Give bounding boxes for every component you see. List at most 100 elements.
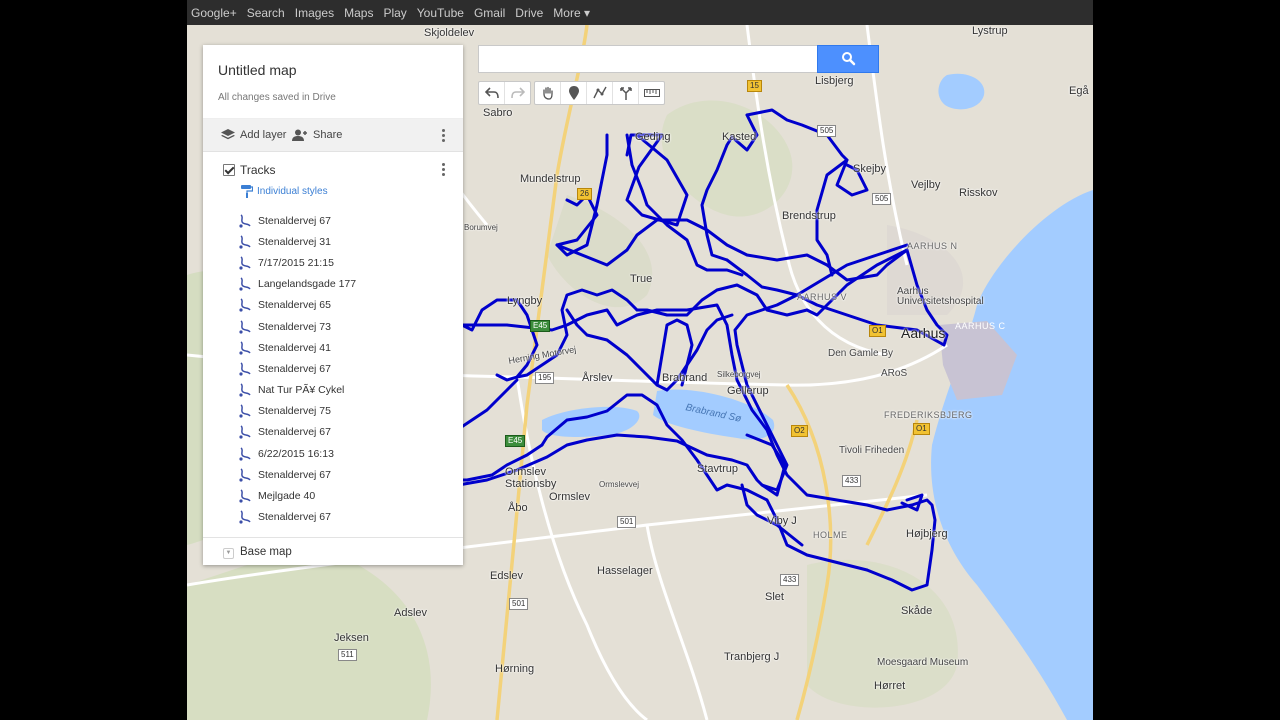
add-layer-label: Add layer [240,129,287,141]
track-route[interactable] [555,193,599,247]
draw-line-button[interactable] [587,82,613,104]
redo-button[interactable] [505,82,530,104]
track-item[interactable]: Stenaldervej 67 [239,210,356,231]
track-line-icon [239,447,251,461]
add-marker-button[interactable] [561,82,587,104]
layer-options-menu-icon[interactable] [437,160,449,178]
individual-styles-link[interactable]: Individual styles [241,185,328,198]
track-label: Stenaldervej 75 [258,405,331,418]
place-ormslev: Ormslev [549,491,590,503]
road-shield: 433 [842,475,862,487]
track-item[interactable]: Stenaldervej 67 [239,422,356,443]
hand-icon [542,86,553,100]
track-line-icon [239,383,251,397]
pan-tool-button[interactable] [535,82,561,104]
track-route[interactable] [625,133,689,227]
road-shield: 195 [535,372,555,384]
layers-icon [221,129,235,140]
gbar-link-maps[interactable]: Maps [339,6,378,20]
track-route[interactable] [540,393,869,572]
layer-visibility-checkbox[interactable] [223,164,235,176]
track-label: Mejlgade 40 [258,490,316,503]
road-shield: 501 [617,516,637,528]
place-holme: HOLME [813,530,848,540]
base-map-section[interactable]: ▼ Base map [203,537,463,566]
road-shield: O1 [913,423,930,435]
gbar-link-youtube[interactable]: YouTube [412,6,469,20]
undo-icon [484,87,499,99]
gbar-link-more[interactable]: More ▾ [548,6,595,20]
directions-icon [619,87,632,100]
layer-name[interactable]: Tracks [240,163,276,177]
undo-button[interactable] [479,82,505,104]
track-item[interactable]: Stenaldervej 67 [239,507,356,528]
gbar-link-googleplus[interactable]: Google+ [187,6,242,20]
gbar-link-gmail[interactable]: Gmail [469,6,510,20]
place-skjoldelev: Skjoldelev [424,27,475,39]
track-label: Stenaldervej 73 [258,320,331,333]
track-list: Stenaldervej 67 Stenaldervej 31 7/17/2015 … [239,210,356,528]
search-input[interactable] [478,45,818,73]
track-label: Nat Tur PÃ¥ Cykel [258,384,345,397]
track-item[interactable]: 6/22/2015 16:13 [239,443,356,464]
track-item[interactable]: Stenaldervej 65 [239,295,356,316]
google-bar: Google+ Search Images Maps Play YouTube … [187,0,1093,25]
base-map-label: Base map [240,546,292,558]
place-frederiksbjerg: FREDERIKSBJERG [884,410,973,420]
track-item[interactable]: Stenaldervej 73 [239,316,356,337]
place-vejlby: Vejlby [911,179,941,191]
place-den-gamle-by: Den Gamle By [828,348,894,359]
expand-arrow-icon[interactable]: ▼ [223,548,234,559]
add-layer-button[interactable]: Add layer [221,119,286,151]
gbar-link-drive[interactable]: Drive [510,6,548,20]
directions-button[interactable] [613,82,639,104]
track-line-icon [239,489,251,503]
road-shield: 501 [509,598,529,610]
search-button[interactable] [817,45,879,73]
place-hojbjerg: Højbjerg [906,528,948,540]
add-person-icon [292,129,307,141]
track-line-icon [239,235,251,249]
share-button[interactable]: Share [292,119,342,151]
place-aarhus-v: AARHUS V [797,292,848,302]
track-route[interactable] [460,298,539,379]
road-borumvej: Borumvej [464,223,498,232]
gbar-link-play[interactable]: Play [378,6,411,20]
place-horret: Hørret [874,680,906,692]
style-label: Individual styles [257,186,328,197]
draw-line-icon [592,86,607,99]
panel-actions: Add layer Share [203,118,463,152]
track-item[interactable]: Nat Tur PÃ¥ Cykel [239,380,356,401]
track-item[interactable]: 7/17/2015 21:15 [239,252,356,273]
place-brendstrup: Brendstrup [782,210,836,222]
track-item[interactable]: Stenaldervej 67 [239,358,356,379]
road-shield: 15 [747,80,762,92]
track-item[interactable]: Stenaldervej 75 [239,401,356,422]
map-title[interactable]: Untitled map [218,62,297,78]
track-item[interactable]: Langelandsgade 177 [239,274,356,295]
place-gellerup: Gellerup [727,385,769,397]
share-label: Share [313,129,343,141]
place-lisbjerg: Lisbjerg [815,75,854,87]
place-stavtrup: Stavtrup [697,463,738,475]
track-label: Stenaldervej 67 [258,468,331,481]
gbar-link-search[interactable]: Search [242,6,290,20]
track-label: Stenaldervej 41 [258,341,331,354]
place-slet: Slet [765,591,784,603]
gbar-link-images[interactable]: Images [290,6,339,20]
track-line-icon [239,213,251,228]
redo-icon [510,87,525,99]
place-kasted: Kasted [722,131,757,143]
track-item[interactable]: Mejlgade 40 [239,485,356,506]
road-shield: O1 [869,325,886,337]
tools-group [534,81,665,105]
ruler-icon [643,89,660,97]
track-item[interactable]: Stenaldervej 41 [239,337,356,358]
measure-button[interactable] [639,82,664,104]
road-shield: 505 [872,193,892,205]
paint-roller-icon [241,185,253,198]
map-options-menu-icon[interactable] [437,126,449,144]
track-line-icon [239,298,251,312]
track-item[interactable]: Stenaldervej 31 [239,231,356,252]
track-item[interactable]: Stenaldervej 67 [239,464,356,485]
